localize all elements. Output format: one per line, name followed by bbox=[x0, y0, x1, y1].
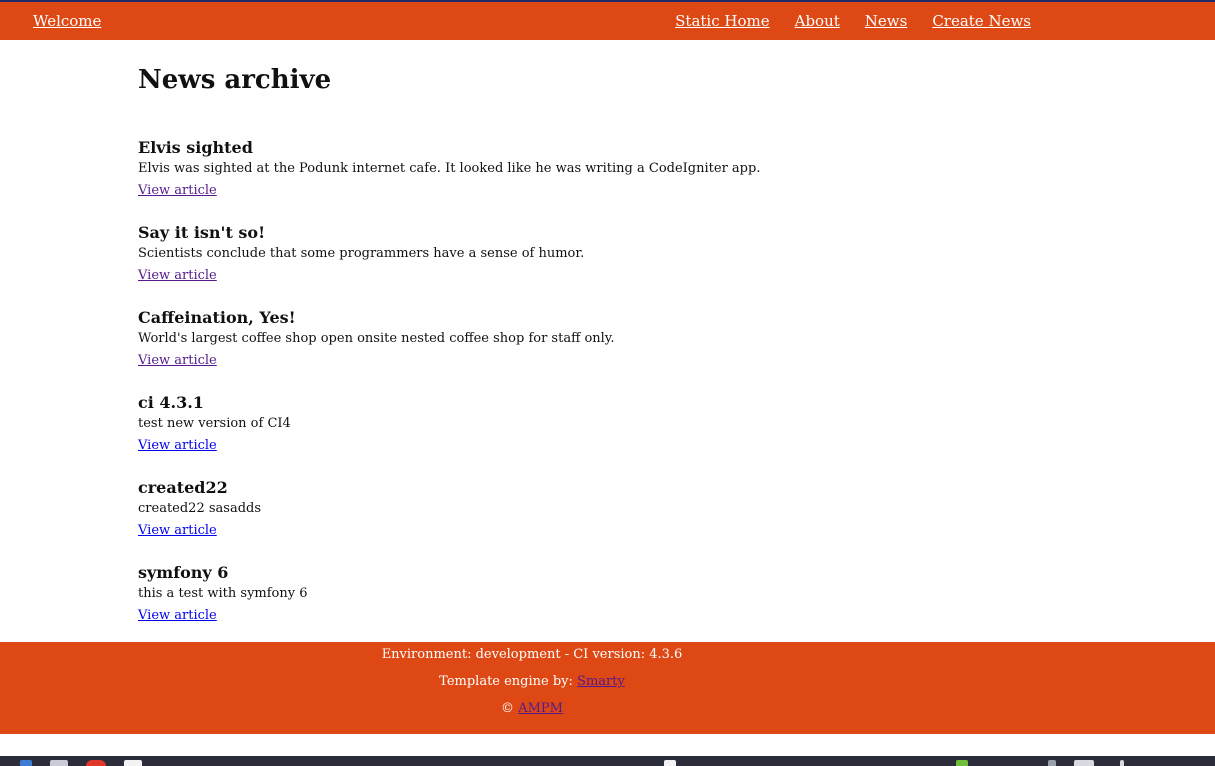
news-item-title: symfony 6 bbox=[138, 563, 229, 582]
os-taskbar bbox=[0, 756, 1215, 766]
ampm-link[interactable]: AMPM bbox=[518, 701, 563, 716]
view-article-link[interactable]: View article bbox=[138, 605, 217, 627]
view-article-link[interactable]: View article bbox=[138, 265, 217, 287]
footer-engine-label: Template engine by: bbox=[439, 674, 578, 689]
nav-link-create-news[interactable]: Create News bbox=[932, 11, 1031, 31]
footer-template-engine: Template engine by: Smarty bbox=[0, 673, 1064, 691]
nav-right-links: Static Home About News Create News bbox=[675, 11, 1031, 31]
view-article-link[interactable]: View article bbox=[138, 435, 217, 457]
nav-link-welcome[interactable]: Welcome bbox=[33, 11, 101, 31]
taskbar-app-icon[interactable] bbox=[86, 760, 106, 766]
news-list: Elvis sighted Elvis was sighted at the P… bbox=[138, 138, 1038, 648]
news-item-body: created22 sasadds bbox=[138, 501, 262, 516]
news-item: ci 4.3.1 test new version of CI4 View ar… bbox=[138, 393, 1038, 478]
news-item-body: this a test with symfony 6 bbox=[138, 586, 308, 601]
taskbar-tray-icon[interactable] bbox=[664, 760, 676, 766]
taskbar-app-icon[interactable] bbox=[50, 760, 68, 766]
main-content: News archive Elvis sighted Elvis was sig… bbox=[138, 64, 1038, 648]
news-item-body: Scientists conclude that some programmer… bbox=[138, 246, 585, 261]
news-item-title: Caffeination, Yes! bbox=[138, 308, 296, 327]
news-item-body: World's largest coffee shop open onsite … bbox=[138, 331, 615, 346]
news-item-title: created22 bbox=[138, 478, 228, 497]
nav-link-about[interactable]: About bbox=[795, 11, 840, 31]
footer-copyright: © AMPM bbox=[0, 700, 1064, 718]
view-article-link[interactable]: View article bbox=[138, 180, 217, 202]
news-item: created22 created22 sasadds View article bbox=[138, 478, 1038, 563]
nav-link-static-home[interactable]: Static Home bbox=[675, 11, 769, 31]
news-item-body: Elvis was sighted at the Podunk internet… bbox=[138, 161, 761, 176]
news-item-title: Say it isn't so! bbox=[138, 223, 266, 242]
news-item: symfony 6 this a test with symfony 6 Vie… bbox=[138, 563, 1038, 648]
news-item: Elvis sighted Elvis was sighted at the P… bbox=[138, 138, 1038, 223]
taskbar-tray-icon[interactable] bbox=[1120, 760, 1124, 766]
taskbar-app-icon[interactable] bbox=[20, 760, 32, 766]
copyright-symbol: © bbox=[501, 701, 515, 716]
nav-link-news[interactable]: News bbox=[865, 11, 908, 31]
news-item-title: Elvis sighted bbox=[138, 138, 253, 157]
news-item: Say it isn't so! Scientists conclude tha… bbox=[138, 223, 1038, 308]
view-article-link[interactable]: View article bbox=[138, 520, 217, 542]
top-navbar: Welcome Static Home About News Create Ne… bbox=[0, 2, 1215, 40]
smarty-link[interactable]: Smarty bbox=[577, 674, 625, 689]
taskbar-app-icon[interactable] bbox=[124, 760, 142, 766]
news-item: Caffeination, Yes! World's largest coffe… bbox=[138, 308, 1038, 393]
taskbar-tray-icon[interactable] bbox=[1074, 760, 1094, 766]
taskbar-tray-icon[interactable] bbox=[1048, 760, 1056, 766]
footer-environment: Environment: development - CI version: 4… bbox=[381, 647, 683, 662]
news-item-body: test new version of CI4 bbox=[138, 416, 291, 431]
news-item-title: ci 4.3.1 bbox=[138, 393, 204, 412]
view-article-link[interactable]: View article bbox=[138, 350, 217, 372]
page-footer: Environment: development - CI version: 4… bbox=[0, 642, 1215, 734]
page-title: News archive bbox=[138, 65, 332, 95]
taskbar-tray-icon[interactable] bbox=[956, 760, 968, 766]
